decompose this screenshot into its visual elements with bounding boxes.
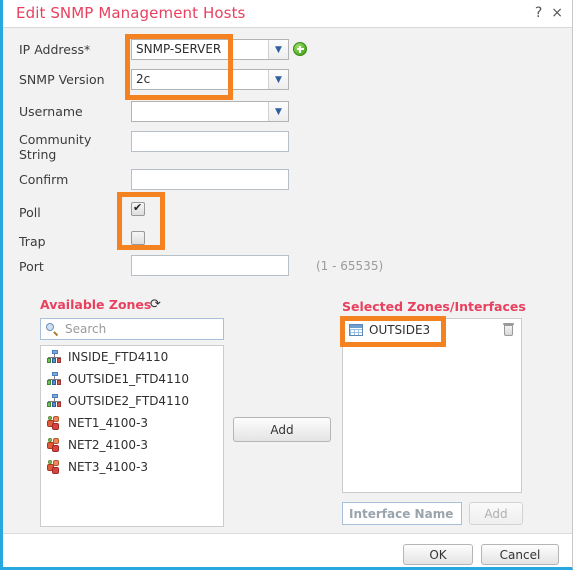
port-input[interactable] [132, 256, 288, 275]
snmp-version-value: 2c [136, 72, 151, 86]
add-zone-button[interactable]: Add [233, 417, 331, 442]
list-item-label: OUTSIDE2_FTD4110 [68, 394, 189, 408]
confirm-label: Confirm [19, 172, 69, 187]
list-item-label: NET2_4100-3 [68, 438, 149, 452]
trap-checkbox[interactable] [131, 231, 145, 245]
edit-snmp-management-hosts-dialog: Edit SNMP Management Hosts ? × IP Addres… [0, 0, 573, 570]
list-item-label: OUTSIDE1_FTD4110 [68, 372, 189, 386]
zone-icon [47, 394, 62, 408]
confirm-input[interactable] [132, 170, 288, 189]
available-zones-title: Available Zones [40, 297, 152, 312]
list-item-label: NET1_4100-3 [68, 416, 149, 430]
poll-label: Poll [19, 205, 41, 220]
cancel-button[interactable]: Cancel [481, 544, 559, 565]
list-item[interactable]: INSIDE_FTD4110 [41, 346, 223, 368]
add-interface-button[interactable]: Add [469, 502, 523, 525]
port-range-hint: (1 - 65535) [316, 259, 384, 273]
titlebar-actions: ? × [535, 5, 563, 21]
interface-group-icon [47, 438, 62, 452]
community-string-label-line1: Community [19, 132, 92, 147]
ok-button[interactable]: OK [403, 544, 473, 565]
help-icon[interactable]: ? [535, 5, 542, 21]
selected-zones-title: Selected Zones/Interfaces [342, 299, 526, 314]
ip-address-value: SNMP-SERVER [136, 42, 222, 56]
zone-icon [47, 372, 62, 386]
zone-icon [47, 350, 62, 364]
list-item[interactable]: OUTSIDE3 [343, 319, 521, 341]
dialog-titlebar: Edit SNMP Management Hosts ? × [3, 0, 572, 28]
interface-group-icon [47, 460, 62, 474]
close-icon[interactable]: × [551, 5, 563, 21]
grid-icon [349, 324, 363, 336]
interface-name-field[interactable] [342, 502, 462, 525]
list-item[interactable]: OUTSIDE2_FTD4110 [41, 390, 223, 412]
snmp-version-label: SNMP Version [19, 72, 105, 87]
list-item-label: INSIDE_FTD4110 [68, 350, 169, 364]
confirm-field[interactable] [131, 169, 289, 190]
snmp-form: IP Address* SNMP-SERVER ▼ SNMP Version 2… [3, 28, 572, 284]
chevron-down-icon[interactable]: ▼ [268, 70, 288, 89]
search-box[interactable] [40, 318, 224, 340]
list-item[interactable]: NET1_4100-3 [41, 412, 223, 434]
community-string-input[interactable] [132, 132, 288, 151]
list-item-label: OUTSIDE3 [369, 323, 431, 337]
refresh-icon[interactable]: ⟳ [150, 298, 161, 311]
ip-address-label: IP Address* [19, 42, 91, 57]
list-item[interactable]: NET2_4100-3 [41, 434, 223, 456]
port-label: Port [19, 259, 44, 274]
trap-label: Trap [19, 234, 46, 249]
interface-name-input[interactable] [343, 503, 461, 524]
snmp-version-combobox[interactable]: 2c ▼ [131, 69, 289, 90]
list-item-label: NET3_4100-3 [68, 460, 149, 474]
poll-checkbox[interactable] [131, 201, 145, 216]
list-item[interactable]: OUTSIDE1_FTD4110 [41, 368, 223, 390]
dialog-title: Edit SNMP Management Hosts [16, 4, 246, 22]
search-input[interactable] [59, 321, 223, 337]
add-network-object-icon[interactable] [293, 42, 307, 56]
chevron-down-icon[interactable]: ▼ [268, 102, 288, 121]
chevron-down-icon[interactable]: ▼ [268, 40, 288, 59]
available-zones-list[interactable]: INSIDE_FTD4110 OUTSIDE1_FTD4110 OUTSIDE2_F… [40, 345, 224, 527]
community-string-field[interactable] [131, 131, 289, 152]
interface-group-icon [47, 416, 62, 430]
search-icon [46, 322, 59, 336]
community-string-label-line2: String [19, 147, 57, 162]
ip-address-combobox[interactable]: SNMP-SERVER ▼ [131, 39, 289, 60]
trash-icon[interactable] [503, 323, 514, 336]
username-value [132, 102, 268, 121]
username-combobox[interactable]: ▼ [131, 101, 289, 122]
port-field[interactable] [131, 255, 289, 276]
username-label: Username [19, 104, 83, 119]
community-string-label: Community String [19, 132, 91, 162]
selected-zones-list[interactable]: OUTSIDE3 [342, 318, 522, 493]
list-item[interactable]: NET3_4100-3 [41, 456, 223, 478]
